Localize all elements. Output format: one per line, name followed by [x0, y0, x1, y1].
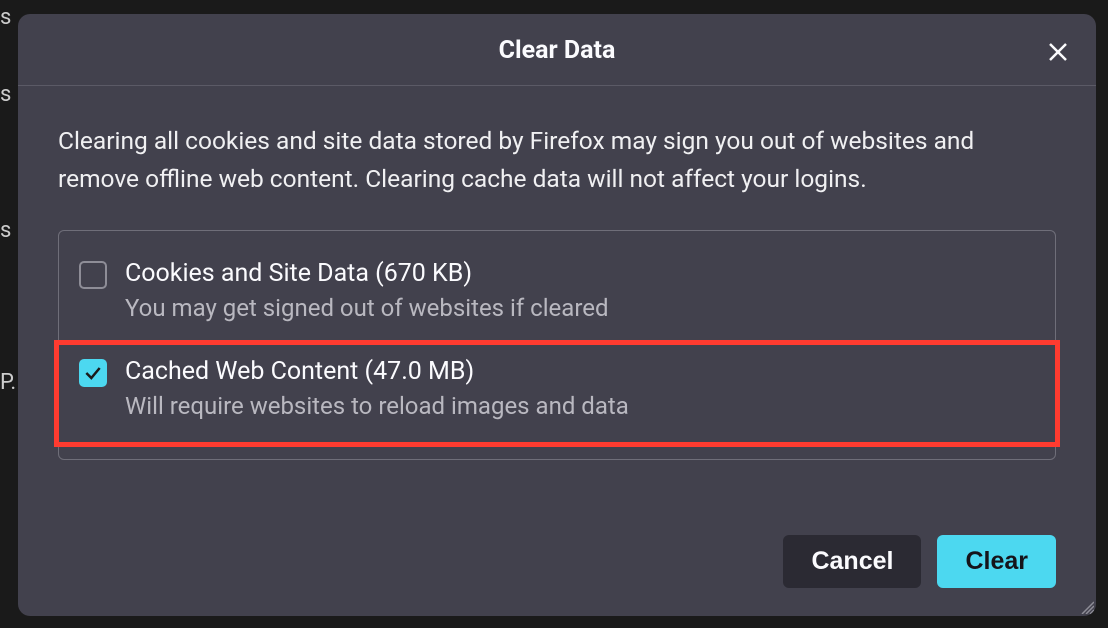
dialog-header: Clear Data — [18, 14, 1096, 86]
dialog-body: Clearing all cookies and site data store… — [18, 86, 1096, 511]
cache-checkbox[interactable] — [79, 359, 107, 387]
cache-label: Cached Web Content (47.0 MB) — [125, 357, 629, 386]
cache-sublabel: Will require websites to reload images a… — [125, 392, 629, 420]
dialog-description: Clearing all cookies and site data store… — [58, 122, 1056, 198]
check-icon — [83, 363, 103, 383]
option-cookies-row[interactable]: Cookies and Site Data (670 KB) You may g… — [59, 243, 1055, 340]
close-button[interactable] — [1040, 34, 1076, 70]
clear-data-dialog: Clear Data Clearing all cookies and site… — [18, 14, 1096, 616]
close-icon — [1046, 40, 1070, 64]
options-container: Cookies and Site Data (670 KB) You may g… — [58, 230, 1056, 460]
resize-grip[interactable] — [1076, 596, 1094, 614]
dialog-footer: Cancel Clear — [18, 511, 1096, 616]
clear-button[interactable]: Clear — [937, 535, 1056, 588]
option-cookies-text: Cookies and Site Data (670 KB) You may g… — [125, 259, 609, 322]
option-cache-row[interactable]: Cached Web Content (47.0 MB) Will requir… — [54, 340, 1060, 447]
cancel-button[interactable]: Cancel — [783, 535, 921, 588]
dialog-title: Clear Data — [499, 36, 616, 65]
option-cache-text: Cached Web Content (47.0 MB) Will requir… — [125, 357, 629, 420]
cookies-checkbox[interactable] — [79, 261, 107, 289]
cookies-label: Cookies and Site Data (670 KB) — [125, 259, 609, 288]
cookies-sublabel: You may get signed out of websites if cl… — [125, 294, 609, 322]
background-partial-text: s s s P. — [0, 0, 20, 628]
